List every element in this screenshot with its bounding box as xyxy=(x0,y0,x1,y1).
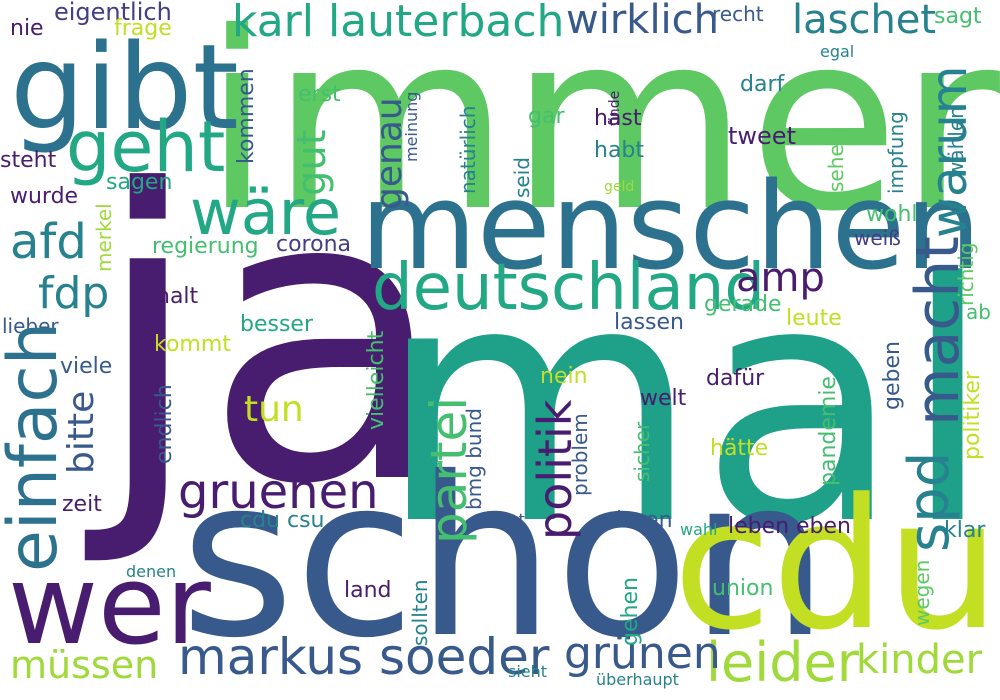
word: welt xyxy=(640,386,687,411)
word: leider xyxy=(706,631,859,694)
word-vertical: kommen xyxy=(234,68,259,164)
word: kommt xyxy=(154,332,231,357)
word: gerade xyxy=(704,292,782,317)
word: besser xyxy=(240,312,314,337)
word-vertical: sollten xyxy=(408,579,432,646)
word-vertical: bitte xyxy=(61,390,102,474)
word: frage xyxy=(114,16,172,41)
word: wurde xyxy=(10,184,79,209)
word: markus soeder xyxy=(178,628,550,686)
word: nie xyxy=(10,16,44,41)
word-vertical: richtig xyxy=(954,242,978,306)
word: karl lauterbach xyxy=(232,0,565,47)
word: wissen xyxy=(598,508,673,533)
word: tweet xyxy=(728,122,796,150)
word-vertical: vielleicht xyxy=(364,330,389,430)
word-vertical: merkel xyxy=(92,203,116,272)
word: sieht xyxy=(508,662,548,681)
word: habt xyxy=(594,138,645,163)
word: wohl xyxy=(866,202,918,227)
word: hätte xyxy=(710,436,769,461)
word: nein xyxy=(540,364,588,389)
word: wahl xyxy=(680,520,718,539)
word: lassen xyxy=(614,310,684,335)
word-vertical: impfung xyxy=(884,111,908,194)
word-vertical: seid xyxy=(510,157,534,198)
word: halt xyxy=(156,284,199,309)
word: laschet xyxy=(792,0,937,43)
word: steht xyxy=(0,148,57,173)
word-vertical: wegen xyxy=(910,559,934,626)
word: union xyxy=(712,576,774,601)
word: land xyxy=(344,578,392,603)
word-vertical: gehen xyxy=(618,577,643,646)
word: geld xyxy=(604,179,635,195)
word-vertical: pandemie xyxy=(816,376,841,486)
word: angst xyxy=(480,510,525,529)
word: fdp xyxy=(38,268,110,319)
word: überhaupt xyxy=(596,670,679,689)
word: gar xyxy=(528,104,565,129)
word: eben xyxy=(796,514,851,539)
word-vertical: wählen xyxy=(944,106,968,178)
word-vertical: bmg bund xyxy=(462,408,486,510)
word-vertical: spd xyxy=(897,451,962,552)
word: leben xyxy=(728,514,790,539)
word-vertical: geben xyxy=(880,341,905,410)
word-vertical: gut xyxy=(289,129,335,196)
word: corona xyxy=(276,232,352,257)
word: erst xyxy=(298,82,341,107)
word: cdu csu xyxy=(240,508,325,533)
word: kinder xyxy=(856,637,983,683)
word-vertical: sehen xyxy=(824,131,848,192)
word-vertical: problem xyxy=(568,413,592,496)
word: denen xyxy=(126,562,177,581)
word-vertical: politiker xyxy=(960,371,985,460)
word: leute xyxy=(786,306,842,331)
word-vertical: einfach xyxy=(0,322,73,572)
word: weiß xyxy=(854,226,901,250)
word: tun xyxy=(244,389,304,430)
word: sagt xyxy=(934,4,982,29)
word: sagen xyxy=(106,170,173,195)
word: darf xyxy=(740,72,785,97)
word: egal xyxy=(820,42,855,61)
word-vertical: meinung xyxy=(402,91,421,162)
word-vertical: endlich xyxy=(152,384,177,464)
word: müssen xyxy=(10,643,159,687)
word-vertical: sicher xyxy=(630,421,654,482)
word-vertical: finde xyxy=(607,90,623,126)
word-vertical: natürlich xyxy=(456,105,480,194)
word: afd xyxy=(10,214,87,270)
word: wirklich xyxy=(566,0,720,43)
word: regierung xyxy=(152,234,259,259)
word: recht xyxy=(712,2,764,26)
word: dafür xyxy=(706,366,765,391)
word-cloud: ja mal immer schon cdu menschen gibt wer… xyxy=(0,0,1000,700)
